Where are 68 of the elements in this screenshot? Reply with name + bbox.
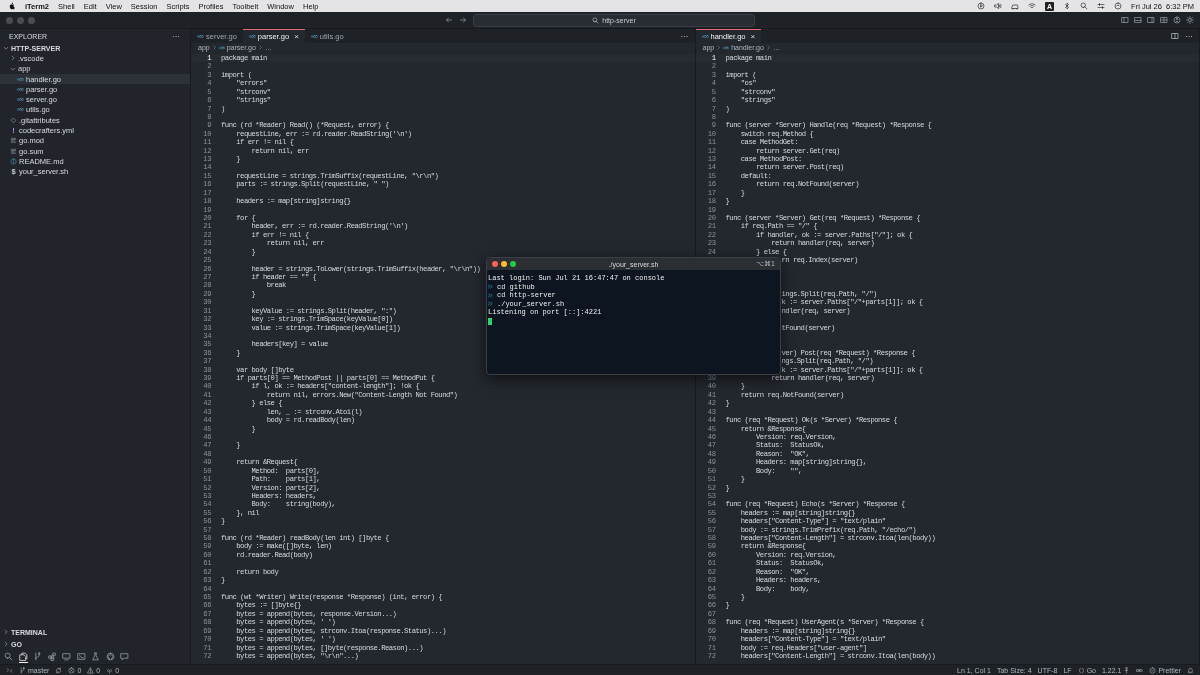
- chevron-right-icon: [765, 45, 771, 50]
- chevron-right-icon: [716, 45, 722, 50]
- go-file-icon: [17, 96, 24, 104]
- wifi-icon[interactable]: [1028, 2, 1036, 10]
- search-icon[interactable]: [1080, 2, 1089, 10]
- prompt-arrow-icon: [488, 292, 494, 298]
- settings-icon[interactable]: [1186, 16, 1194, 24]
- flask-icon[interactable]: [91, 652, 100, 662]
- play-circle-icon[interactable]: [977, 2, 985, 10]
- zoom-button[interactable]: [510, 261, 516, 267]
- sync-icon[interactable]: [55, 666, 63, 674]
- go-file-icon: [701, 33, 709, 40]
- pin-icon: [1123, 666, 1131, 674]
- account-icon[interactable]: [1173, 16, 1181, 24]
- go-file-icon: [248, 33, 256, 40]
- go-file-icon: [17, 85, 24, 93]
- search-icon[interactable]: [4, 652, 13, 662]
- panel-bottom-icon[interactable]: [1134, 16, 1142, 24]
- close-button[interactable]: ×: [750, 32, 756, 41]
- close-button[interactable]: ×: [294, 32, 299, 41]
- prompt-arrow-icon: [488, 301, 494, 307]
- go-file-icon: [17, 75, 24, 83]
- chat-icon[interactable]: [120, 652, 129, 662]
- remote-icon[interactable]: [6, 666, 13, 674]
- split-editor-icon[interactable]: [1171, 32, 1179, 40]
- go-file-icon: [310, 33, 318, 40]
- sidebar-left-icon[interactable]: [1121, 16, 1129, 24]
- go-file-icon: [17, 106, 24, 114]
- monitor-icon[interactable]: [62, 652, 71, 662]
- lines-icon: [10, 137, 17, 145]
- antenna-icon: [106, 666, 114, 674]
- toggles-icon[interactable]: [1097, 2, 1106, 10]
- prompt-arrow-icon: [488, 284, 494, 290]
- diamond-icon: [10, 116, 17, 124]
- sidebar-right-icon[interactable]: [1147, 16, 1155, 24]
- more-button[interactable]: ···: [172, 31, 180, 41]
- files-icon[interactable]: [18, 651, 28, 663]
- close-button[interactable]: [492, 261, 498, 267]
- minimize-button[interactable]: [501, 261, 507, 267]
- terminal-icon[interactable]: [76, 652, 86, 662]
- orb-icon[interactable]: [1114, 2, 1123, 10]
- bluetooth-icon[interactable]: [1063, 2, 1072, 10]
- arrow-right-icon[interactable]: [459, 16, 467, 24]
- more-button[interactable]: ···: [1185, 31, 1193, 41]
- chevron-right-icon: [211, 45, 217, 50]
- go-file-icon: [723, 44, 730, 51]
- car-icon[interactable]: [1011, 2, 1019, 10]
- speaker-icon[interactable]: [994, 2, 1002, 10]
- circle-logo-icon[interactable]: [105, 652, 115, 662]
- error-icon: [68, 666, 76, 674]
- chevron-right-icon: [257, 45, 263, 50]
- blocks-icon[interactable]: [47, 652, 57, 662]
- branch-icon: [19, 666, 26, 674]
- apple-icon[interactable]: [8, 2, 16, 10]
- check-circle-icon: [1149, 666, 1157, 674]
- goggles-icon[interactable]: [1136, 666, 1144, 674]
- info-icon: [10, 157, 17, 165]
- go-file-icon: [218, 44, 225, 51]
- more-button[interactable]: ···: [680, 31, 689, 41]
- go-file-icon: [197, 33, 204, 40]
- arrow-left-icon[interactable]: [445, 16, 453, 24]
- search-icon: [592, 16, 600, 24]
- grid-layout-icon[interactable]: [1160, 16, 1168, 24]
- bell-icon[interactable]: [1187, 666, 1194, 674]
- warning-icon: [87, 666, 95, 674]
- branch-icon[interactable]: [33, 652, 42, 662]
- lines-icon: [10, 147, 17, 155]
- braces-icon: [1077, 666, 1085, 674]
